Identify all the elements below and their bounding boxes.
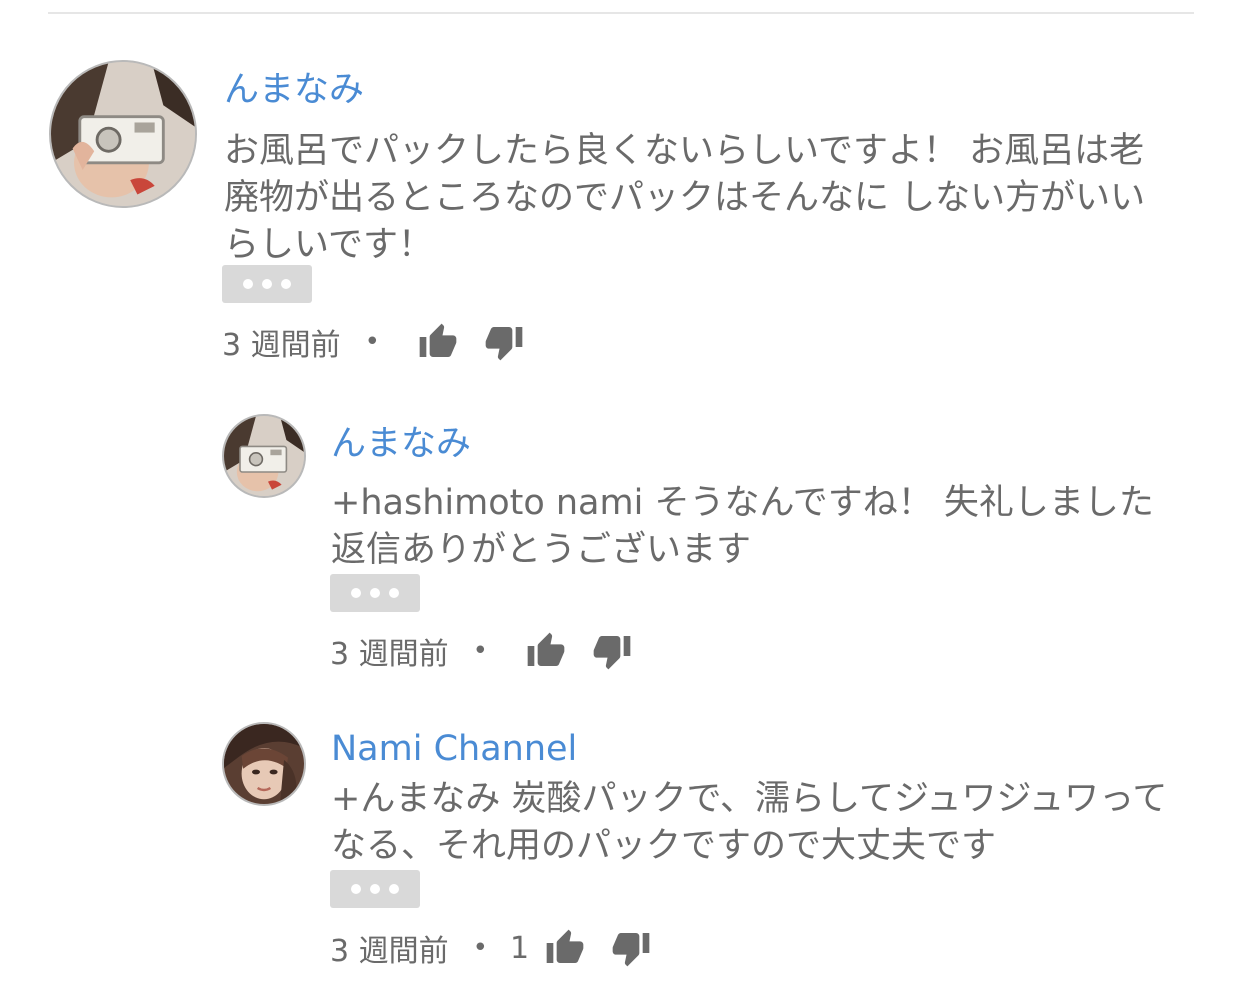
avatar-photo-camera — [224, 416, 304, 496]
show-more-button[interactable] — [330, 574, 420, 612]
more-dot-icon — [351, 588, 361, 598]
more-dot-icon — [262, 279, 272, 289]
comment-author[interactable]: Nami Channel — [331, 729, 577, 769]
show-more-button[interactable] — [222, 265, 312, 303]
timestamp: 3 週間前 — [222, 328, 341, 363]
timestamp: 3 週間前 — [330, 637, 449, 672]
avatar-photo-camera — [51, 62, 195, 206]
separator-dot: • — [472, 636, 488, 666]
comment-author[interactable]: んまなみ — [331, 424, 471, 464]
comments-panel: んまなみ お風呂でパックしたら良くないらしいですよ！ お風呂は老廃物が出るところ… — [0, 0, 1242, 1000]
thumb-up-icon[interactable] — [545, 928, 585, 968]
timestamp: 3 週間前 — [330, 934, 449, 969]
comment-text: お風呂でパックしたら良くないらしいですよ！ お風呂は老廃物が出るところなのでパッ… — [224, 131, 1146, 265]
more-dot-icon — [370, 588, 380, 598]
more-dot-icon — [389, 884, 399, 894]
thumb-up-icon[interactable] — [526, 631, 566, 671]
thumb-down-icon[interactable] — [484, 322, 524, 362]
avatar-photo-portrait — [224, 724, 304, 804]
thumb-down-icon[interactable] — [592, 631, 632, 671]
avatar[interactable] — [49, 60, 197, 208]
like-count: 1 — [509, 930, 530, 966]
comment-text: +hashimoto nami そうなんですね！ 失礼しました 返信ありがとうご… — [331, 483, 1154, 570]
avatar[interactable] — [222, 722, 306, 806]
more-dot-icon — [389, 588, 399, 598]
more-dot-icon — [243, 279, 253, 289]
comment-text: +んまなみ 炭酸パックで、濡らしてジュワジュワってなる、それ用のパックですので大… — [331, 779, 1168, 866]
separator-dot: • — [364, 327, 380, 357]
comment-meta: 3 週間前 • 1 — [330, 926, 651, 970]
comment-meta: 3 週間前 • — [222, 320, 524, 364]
thumb-up-icon[interactable] — [418, 322, 458, 362]
comment-author[interactable]: んまなみ — [224, 70, 364, 110]
avatar[interactable] — [222, 414, 306, 498]
top-divider — [48, 12, 1194, 14]
comment-meta: 3 週間前 • — [330, 629, 632, 673]
show-more-button[interactable] — [330, 870, 420, 908]
more-dot-icon — [351, 884, 361, 894]
thumb-down-icon[interactable] — [611, 928, 651, 968]
more-dot-icon — [370, 884, 380, 894]
separator-dot: • — [472, 933, 488, 963]
more-dot-icon — [281, 279, 291, 289]
